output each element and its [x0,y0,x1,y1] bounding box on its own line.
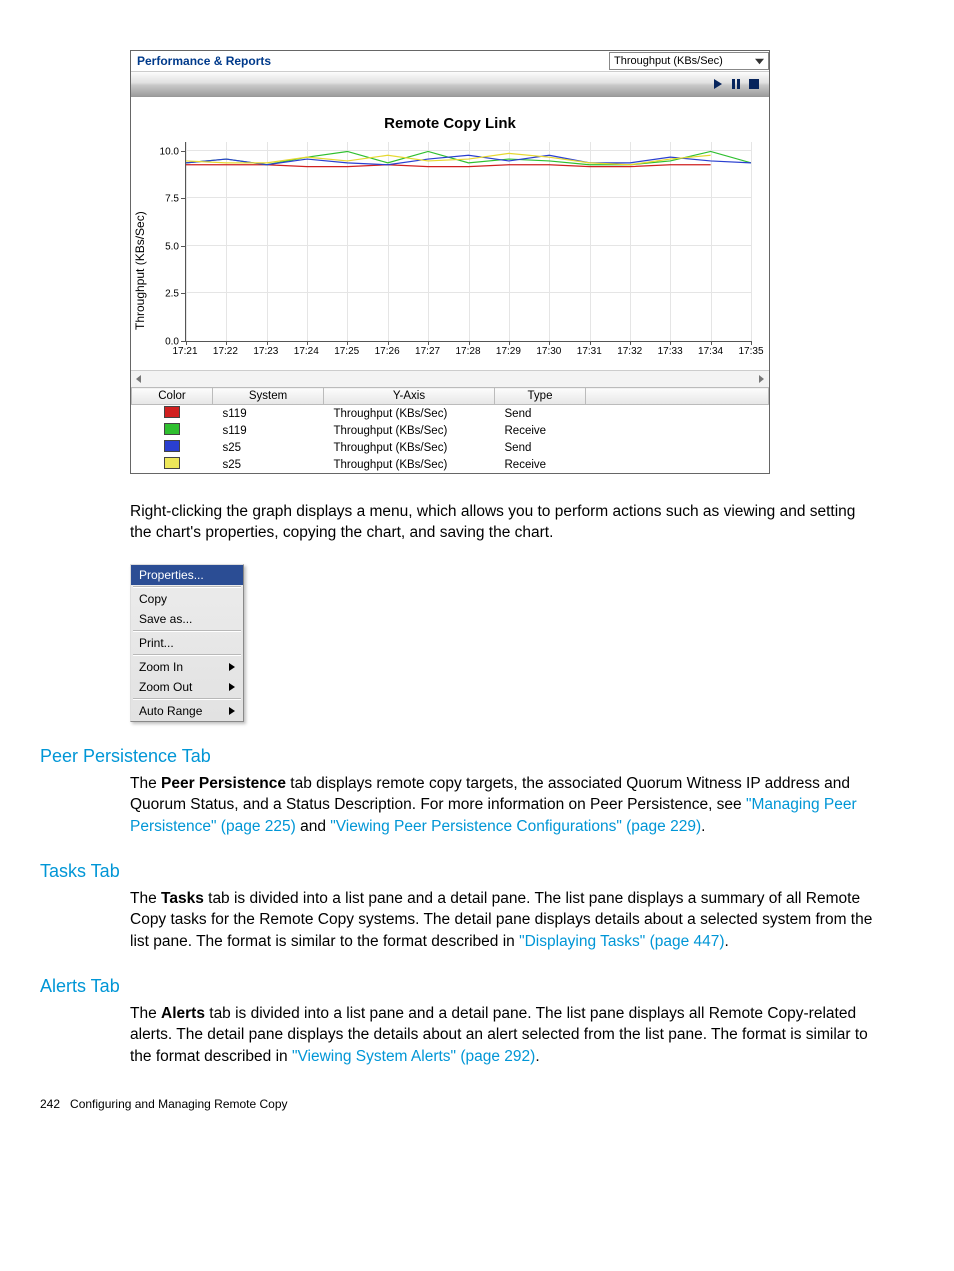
chart-plot[interactable]: 0.02.55.07.510.0 [153,142,751,342]
page-footer: 242 Configuring and Managing Remote Copy [40,1097,914,1111]
section-heading-alerts: Alerts Tab [40,976,874,997]
submenu-arrow-icon [229,683,235,691]
dropdown-value: Throughput (KBs/Sec) [614,55,723,67]
x-tick: 17:24 [294,346,319,357]
legend-type: Send [495,405,586,423]
ctx-autorange[interactable]: Auto Range [131,701,243,721]
y-axis-label: Throughput (KBs/Sec) [131,142,153,360]
y-tick: 5.0 [165,241,179,252]
col-color[interactable]: Color [132,388,213,405]
chart-metric-dropdown[interactable]: Throughput (KBs/Sec) [609,52,769,70]
x-tick: 17:32 [617,346,642,357]
link-viewing-alerts[interactable]: "Viewing System Alerts" (page 292) [292,1048,535,1065]
legend-yaxis: Throughput (KBs/Sec) [324,439,495,456]
chart-caption: Right-clicking the graph displays a menu… [130,502,874,544]
legend-row[interactable]: s25Throughput (KBs/Sec)Send [132,439,769,456]
legend-type: Send [495,439,586,456]
link-displaying-tasks[interactable]: "Displaying Tasks" (page 447) [519,933,724,950]
x-tick: 17:34 [698,346,723,357]
x-tick: 17:22 [213,346,238,357]
legend-row[interactable]: s25Throughput (KBs/Sec)Receive [132,456,769,473]
legend-row[interactable]: s119Throughput (KBs/Sec)Receive [132,422,769,439]
scroll-left-icon [135,375,143,383]
ctx-print[interactable]: Print... [131,633,243,653]
ctx-properties[interactable]: Properties... [131,565,243,585]
x-tick: 17:27 [415,346,440,357]
x-tick: 17:31 [577,346,602,357]
col-type[interactable]: Type [495,388,586,405]
performance-panel: Performance & Reports Throughput (KBs/Se… [130,50,770,474]
x-tick: 17:35 [738,346,763,357]
ctx-zoomout[interactable]: Zoom Out [131,677,243,697]
x-tick: 17:25 [334,346,359,357]
legend-swatch [164,440,180,452]
ctx-zoomin[interactable]: Zoom In [131,657,243,677]
section-heading-tasks: Tasks Tab [40,861,874,882]
col-system[interactable]: System [213,388,324,405]
scroll-right-icon [757,375,765,383]
section-body-peer: The Peer Persistence tab displays remote… [130,773,874,837]
legend-row[interactable]: s119Throughput (KBs/Sec)Send [132,405,769,423]
x-tick: 17:21 [172,346,197,357]
context-menu: Properties... Copy Save as... Print... Z… [130,564,244,722]
submenu-arrow-icon [229,663,235,671]
legend-swatch [164,423,180,435]
legend-system: s119 [213,422,324,439]
legend-yaxis: Throughput (KBs/Sec) [324,456,495,473]
section-body-tasks: The Tasks tab is divided into a list pan… [130,888,874,952]
col-spacer [586,388,769,405]
x-tick: 17:26 [375,346,400,357]
legend-yaxis: Throughput (KBs/Sec) [324,405,495,423]
x-tick: 17:30 [536,346,561,357]
legend-system: s119 [213,405,324,423]
section-body-alerts: The Alerts tab is divided into a list pa… [130,1003,874,1067]
x-tick: 17:29 [496,346,521,357]
ctx-saveas[interactable]: Save as... [131,609,243,629]
panel-title: Performance & Reports [131,54,609,68]
legend-swatch [164,457,180,469]
section-heading-peer: Peer Persistence Tab [40,746,874,767]
x-tick: 17:23 [253,346,278,357]
legend-yaxis: Throughput (KBs/Sec) [324,422,495,439]
play-icon[interactable] [713,79,723,89]
y-tick: 10.0 [160,146,179,157]
chart-toolbar [131,71,769,97]
legend-swatch [164,406,180,418]
legend-system: s25 [213,456,324,473]
submenu-arrow-icon [229,707,235,715]
chevron-down-icon [755,57,764,66]
stop-icon[interactable] [749,79,759,89]
col-yaxis[interactable]: Y-Axis [324,388,495,405]
legend-type: Receive [495,456,586,473]
legend-type: Receive [495,422,586,439]
x-tick: 17:33 [658,346,683,357]
link-viewing-peer[interactable]: "Viewing Peer Persistence Configurations… [330,818,701,835]
pause-icon[interactable] [731,79,741,89]
chart-title: Remote Copy Link [131,115,769,132]
ctx-copy[interactable]: Copy [131,589,243,609]
legend-system: s25 [213,439,324,456]
y-tick: 2.5 [165,289,179,300]
y-tick: 7.5 [165,194,179,205]
legend-table: Color System Y-Axis Type s119Throughput … [131,387,769,473]
x-tick: 17:28 [455,346,480,357]
chart-scrollbar[interactable] [131,370,769,387]
